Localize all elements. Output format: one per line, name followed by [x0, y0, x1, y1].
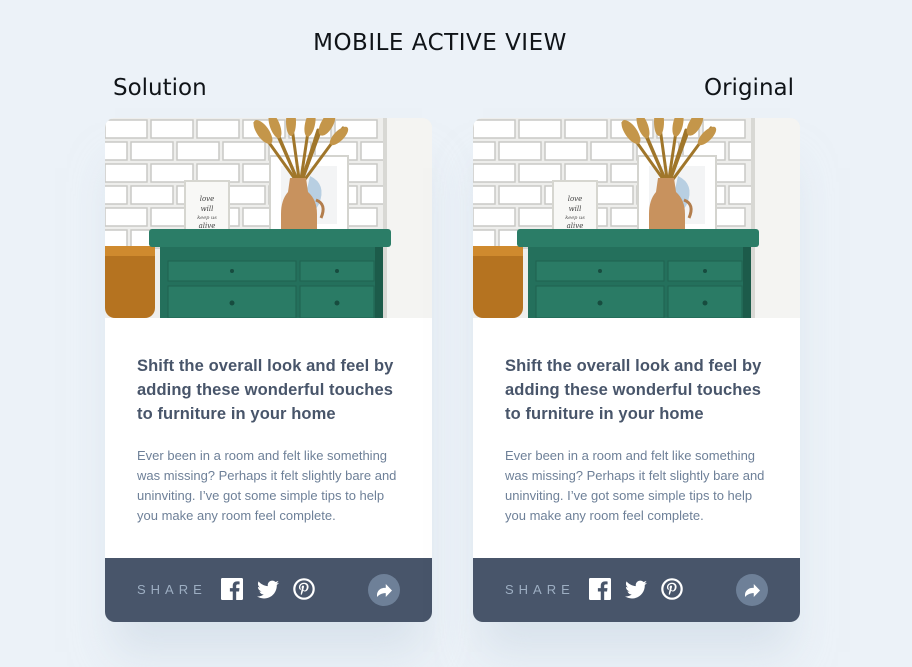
share-arrow-icon [744, 583, 760, 597]
drawers-photo: love will keep us alive [105, 118, 432, 318]
svg-text:will: will [569, 205, 582, 213]
share-label: SHARE [505, 582, 575, 597]
svg-text:love: love [568, 195, 583, 203]
svg-text:alive: alive [199, 222, 216, 230]
card-excerpt: Ever been in a room and felt like someth… [505, 448, 765, 523]
facebook-icon[interactable] [221, 578, 243, 600]
share-bar: SHARE [473, 558, 800, 622]
pinterest-icon[interactable] [661, 578, 683, 600]
original-label: Original [704, 75, 795, 101]
share-button[interactable] [368, 574, 400, 606]
share-button[interactable] [736, 574, 768, 606]
share-bar: SHARE [105, 558, 432, 622]
solution-label: Solution [113, 75, 207, 101]
svg-text:keep us: keep us [565, 215, 585, 221]
card-content: Shift the overall look and feel by addin… [505, 354, 775, 526]
svg-text:alive: alive [567, 222, 584, 230]
card-content: Shift the overall look and feel by addin… [137, 354, 407, 526]
twitter-icon[interactable] [257, 579, 279, 601]
svg-text:will: will [201, 205, 214, 213]
card-excerpt: Ever been in a room and felt like someth… [137, 448, 397, 523]
facebook-icon[interactable] [589, 578, 611, 600]
pinterest-icon[interactable] [293, 578, 315, 600]
page-title: MOBILE ACTIVE VIEW [313, 30, 567, 56]
share-label: SHARE [137, 582, 207, 597]
card-headline: Shift the overall look and feel by addin… [505, 357, 762, 423]
svg-text:love: love [200, 195, 215, 203]
share-arrow-icon [376, 583, 392, 597]
card-headline: Shift the overall look and feel by addin… [137, 357, 394, 423]
original-card: love will keep us alive Shift the overal… [473, 118, 800, 622]
twitter-icon[interactable] [625, 579, 647, 601]
drawers-photo: love will keep us alive [473, 118, 800, 318]
svg-text:keep us: keep us [197, 215, 217, 221]
solution-card: love will keep us alive Shift the overal… [105, 118, 432, 622]
